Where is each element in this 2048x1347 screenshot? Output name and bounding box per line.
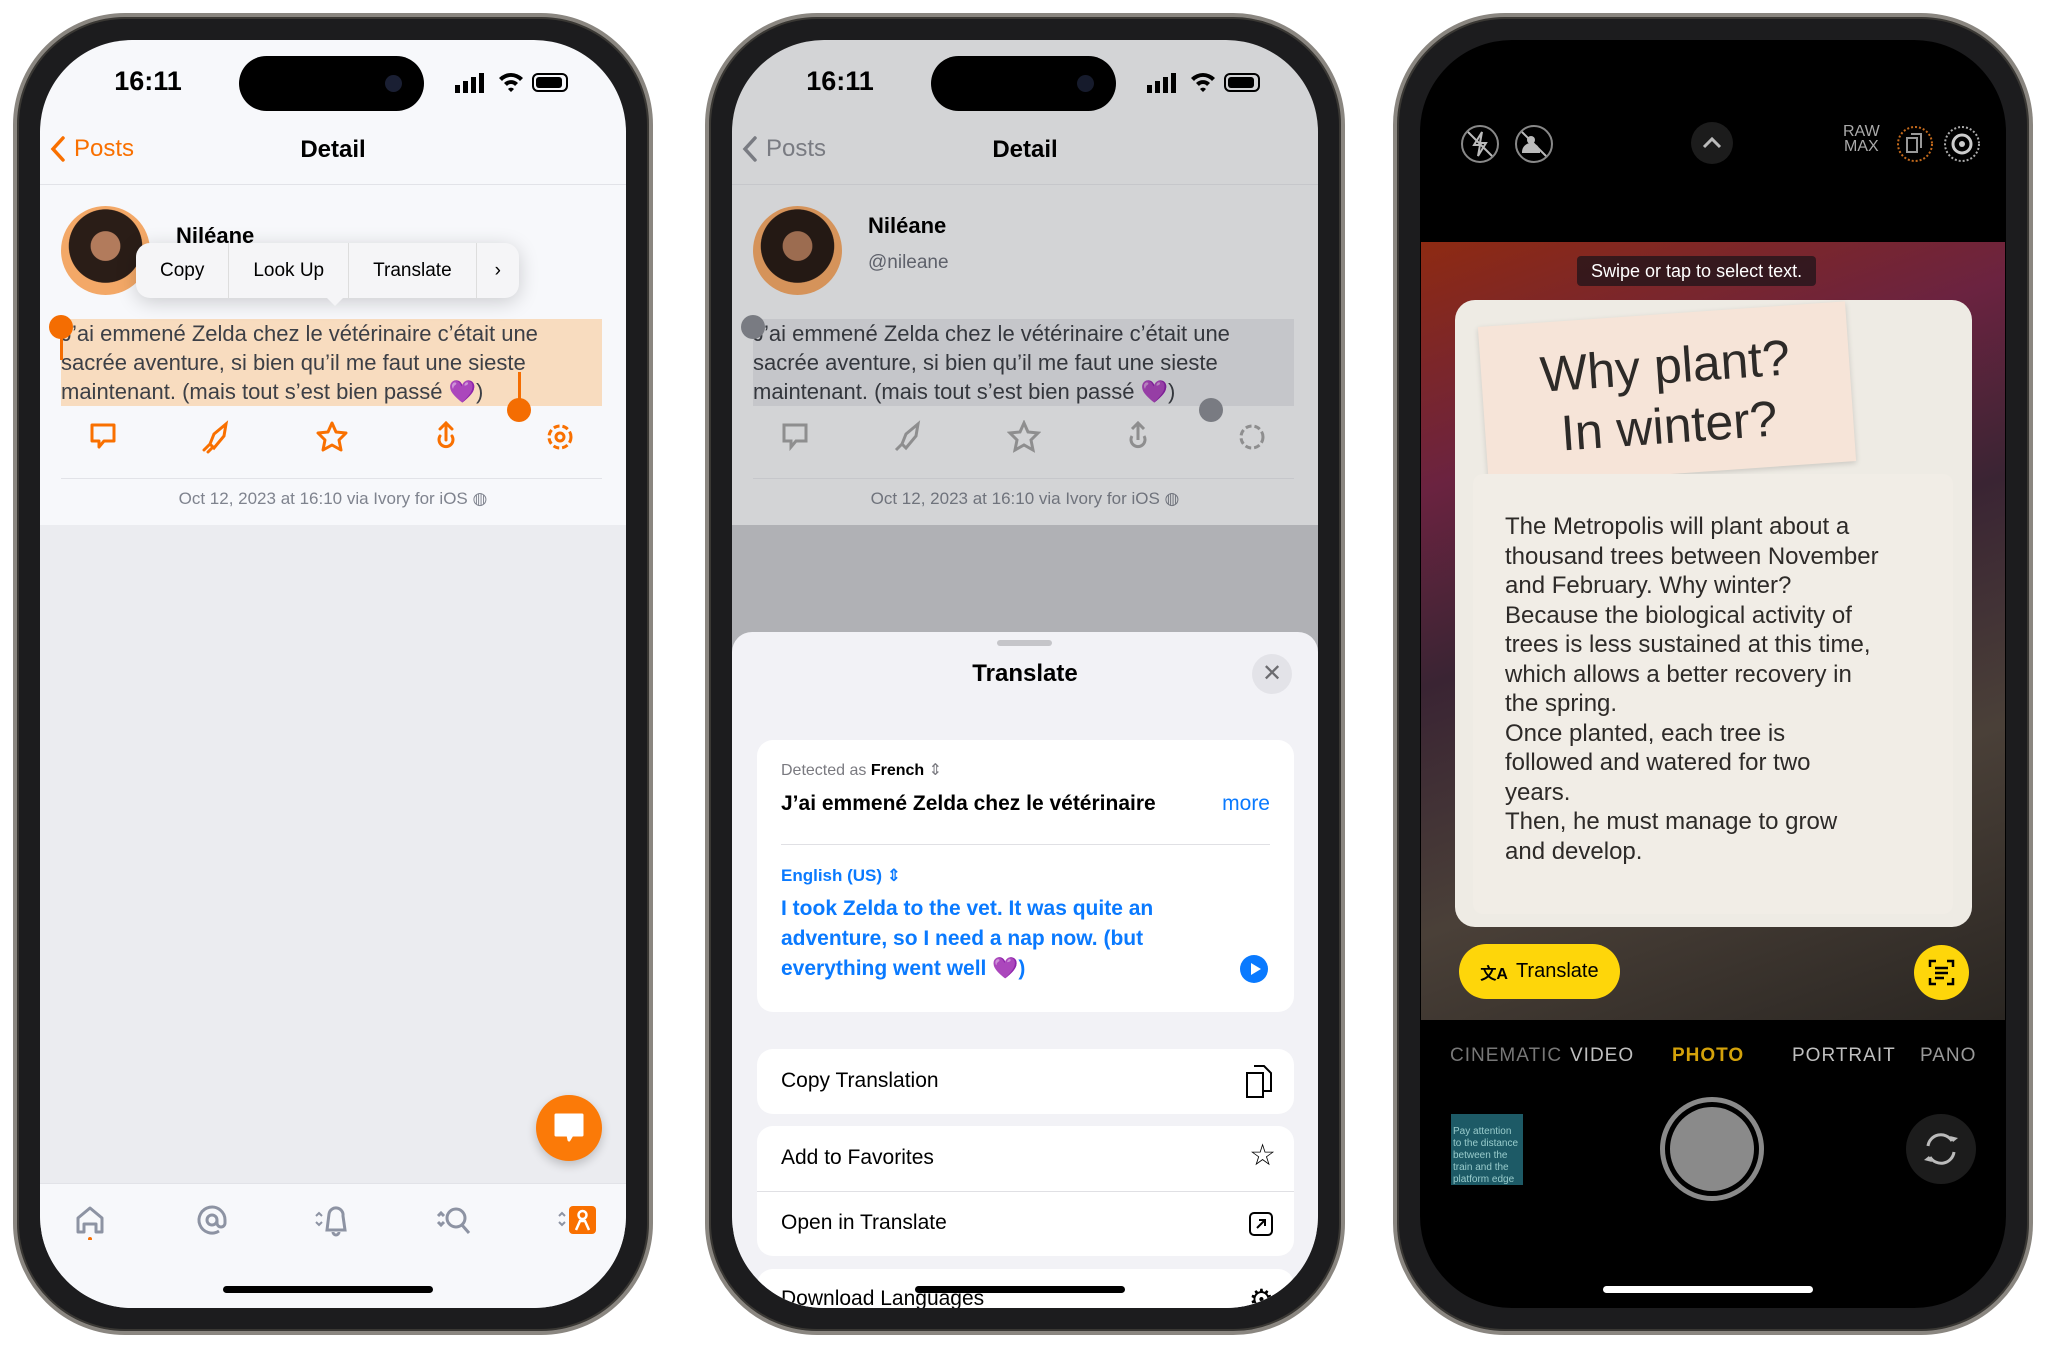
play-icon [1251, 963, 1261, 975]
home-indicator [223, 1286, 433, 1293]
sheet-title: Translate [972, 660, 1078, 687]
translation-text: I took Zelda to the vet. It was quite an… [781, 897, 1154, 980]
chevron-updown-icon: ⇕ [928, 762, 943, 779]
live-photos-icon[interactable] [1895, 124, 1935, 164]
menu-translate[interactable]: Translate [349, 243, 477, 298]
mode-video[interactable]: VIDEO [1570, 1045, 1634, 1067]
tab-search-icon[interactable] [435, 1200, 475, 1240]
detected-text-card[interactable]: Why plant? In winter? The Metropolis will… [1455, 300, 1972, 927]
shutter-button[interactable] [1660, 1097, 1764, 1201]
phone-translate-sheet: 16:11 Posts Detail Niléane @nileane J’ai… [705, 13, 1345, 1335]
viewfinder[interactable]: Swipe or tap to select text. Why plant? I… [1421, 242, 2005, 1020]
tab-home-icon[interactable] [70, 1200, 110, 1240]
mode-cinematic[interactable]: CINEMATIC [1450, 1045, 1562, 1067]
headline-paper: Why plant? In winter? [1477, 301, 1857, 487]
tab-notifications-bell-icon[interactable] [313, 1200, 353, 1240]
home-indicator [915, 1286, 1125, 1293]
star-icon: ☆ [1249, 1139, 1276, 1172]
post-timestamp: Oct 12, 2023 at 16:10 via Ivory for iOS … [178, 489, 488, 508]
camera-controls-toggle[interactable] [1691, 122, 1733, 164]
menu-copy[interactable]: Copy [136, 243, 230, 298]
tab-mentions-icon[interactable] [192, 1200, 232, 1240]
note-headline: Why plant? In winter? [1538, 329, 1792, 462]
open-in-translate-row[interactable]: Open in Translate [757, 1191, 1294, 1256]
boost-rocket-icon[interactable] [200, 420, 234, 454]
translate-button[interactable]: 文A Translate [1459, 944, 1620, 999]
target-language[interactable]: English (US) ⇕ [781, 866, 901, 886]
dynamic-island [239, 56, 424, 111]
tab-items [60, 1200, 606, 1240]
favorite-star-icon[interactable] [315, 420, 349, 454]
chevron-up-icon [1702, 136, 1722, 149]
page-title: Detail [300, 136, 366, 163]
add-to-favorites-row[interactable]: Add to Favorites ☆ [757, 1126, 1294, 1191]
menu-look-up[interactable]: Look Up [229, 243, 350, 298]
live-text-button[interactable] [1914, 945, 1969, 1000]
flip-camera-button[interactable] [1906, 1114, 1976, 1184]
live-text-icon [1928, 959, 1955, 986]
mode-portrait[interactable]: PORTRAIT [1792, 1045, 1896, 1067]
edit-menu: Copy Look Up Translate › [136, 243, 519, 306]
selection-start-handle[interactable] [49, 315, 73, 339]
sheet-grabber[interactable] [997, 640, 1052, 646]
share-icon[interactable] [429, 420, 463, 454]
close-icon: ✕ [1261, 660, 1283, 687]
copy-icon [1246, 1065, 1272, 1098]
tab-profile-icon[interactable] [556, 1200, 596, 1240]
translate-sheet: Translate ✕ Detected as French ⇕ J’ai em… [732, 632, 1318, 1308]
phone-camera: RAW MAX Swipe or tap to select text. Why … [1393, 13, 2033, 1335]
settings-gear-icon[interactable] [543, 420, 577, 454]
close-button[interactable]: ✕ [1252, 654, 1292, 694]
reply-icon[interactable] [86, 420, 120, 454]
open-external-icon [1249, 1212, 1273, 1236]
menu-more[interactable]: › [477, 243, 519, 298]
raw-max-toggle[interactable]: RAW MAX [1843, 124, 1880, 155]
note-body: The Metropolis will plant about a thousan… [1473, 474, 1953, 914]
empty-area [40, 525, 626, 1183]
divider [40, 184, 626, 185]
live-text-hint: Swipe or tap to select text. [1577, 256, 1817, 286]
actions-group: Add to Favorites ☆ Open in Translate [757, 1126, 1294, 1256]
divider [781, 844, 1270, 845]
more-link[interactable]: more [1222, 792, 1270, 816]
chat-bubble-icon [554, 1113, 584, 1142]
status-time: 16:11 [114, 66, 182, 96]
ivory-screen: 16:11 Posts Detail Niléane J’ai emmené Z… [40, 40, 626, 1308]
detected-language[interactable]: Detected as French ⇕ [781, 760, 942, 780]
selection-end-handle[interactable] [507, 398, 531, 422]
globe-icon: ◍ [472, 489, 488, 508]
play-button[interactable] [1240, 955, 1268, 983]
copy-translation-row[interactable]: Copy Translation [757, 1049, 1294, 1114]
styles-icon[interactable] [1942, 124, 1982, 164]
divider [61, 478, 602, 479]
phone-ivory: 16:11 Posts Detail Niléane J’ai emmené Z… [13, 13, 653, 1335]
mode-photo[interactable]: PHOTO [1672, 1045, 1744, 1067]
status-icons [455, 73, 568, 93]
source-text: J’ai emmené Zelda chez le vétérinaire [781, 792, 1156, 815]
translate-screen: 16:11 Posts Detail Niléane @nileane J’ai… [732, 40, 1318, 1308]
home-indicator [1603, 1286, 1813, 1293]
photo-thumbnail[interactable]: Pay attention to the distance between th… [1451, 1114, 1523, 1185]
translate-icon: 文A [1480, 965, 1508, 983]
post-actions [61, 420, 602, 454]
live-photo-off-icon[interactable] [1514, 124, 1554, 164]
compose-button[interactable] [536, 1095, 602, 1161]
translation-card: Detected as French ⇕ J’ai emmené Zelda c… [757, 740, 1294, 1012]
flip-camera-icon [1924, 1133, 1958, 1165]
mode-pano[interactable]: PANO [1920, 1045, 1976, 1067]
camera-screen: RAW MAX Swipe or tap to select text. Why … [1420, 40, 2006, 1308]
flash-off-icon[interactable] [1460, 124, 1500, 164]
gear-icon: ⚙ [1248, 1284, 1274, 1308]
